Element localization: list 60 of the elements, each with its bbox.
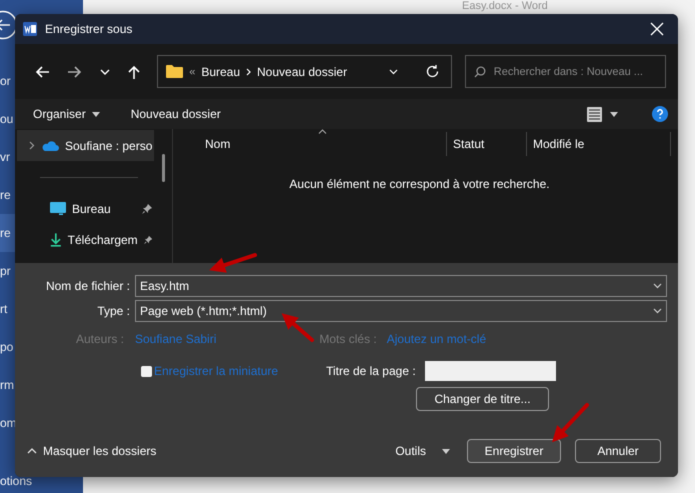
download-icon <box>50 232 62 248</box>
change-title-button[interactable]: Changer de titre... <box>416 387 549 411</box>
field-label: Auteurs : <box>74 332 125 346</box>
folder-icon <box>166 65 184 78</box>
caret-icon[interactable] <box>610 112 618 116</box>
type-dropdown[interactable]: Page web (*.htm;*.html) <box>135 300 667 322</box>
pin-icon[interactable] <box>144 234 152 244</box>
new-folder-button[interactable]: Nouveau dossier <box>130 105 221 123</box>
field-label: Type : <box>96 304 131 318</box>
hide-folders-button[interactable]: Masquer les dossiers <box>27 442 156 460</box>
arrow-up-icon <box>128 64 140 78</box>
field-label: Titre de la page : <box>326 364 416 378</box>
arrow-right-icon <box>68 66 82 78</box>
sort-icon <box>318 129 327 134</box>
nav-pane-item[interactable]: Téléchargem <box>17 224 154 255</box>
nav-pane-item[interactable]: Soufiane : perso <box>17 130 154 161</box>
organize-menu[interactable]: Organiser <box>33 105 100 123</box>
nav-pane-item[interactable]: Bureau <box>17 193 154 224</box>
tools-menu[interactable]: Outils <box>395 442 450 460</box>
expand-icon[interactable] <box>29 141 35 150</box>
help-icon[interactable] <box>652 106 668 122</box>
annotation-arrow <box>282 313 314 342</box>
column-header[interactable]: Modifié le <box>527 132 671 156</box>
dropdown-icon[interactable] <box>653 283 662 289</box>
path-segment[interactable]: Bureau <box>201 64 240 78</box>
thumbnail-checkbox[interactable] <box>141 366 152 376</box>
dialog-title: Enregistrer sous <box>45 22 134 36</box>
search-field[interactable]: Rechercher dans : Nouveau ... <box>464 55 666 88</box>
view-icon[interactable] <box>587 106 602 122</box>
scrollbar-thumb[interactable] <box>162 154 165 182</box>
address-bar[interactable]: « Bureau Nouveau dossier <box>157 55 452 88</box>
save-button[interactable]: Enregistrer <box>467 439 561 463</box>
arrow-left-icon <box>34 66 49 78</box>
annotation-arrow <box>209 253 257 273</box>
column-header[interactable]: Nom <box>173 132 447 156</box>
word-icon <box>23 22 37 36</box>
chevron-down-icon <box>100 68 110 74</box>
field-label: Mots clés : <box>319 332 377 346</box>
annotation-arrow <box>552 403 589 442</box>
filename-field[interactable]: Easy.htm <box>135 275 667 297</box>
search-input[interactable]: Rechercher dans : Nouveau ... <box>494 66 661 78</box>
cloud-icon <box>41 140 59 151</box>
page-title-field[interactable] <box>424 361 556 381</box>
desktop-icon <box>50 202 66 215</box>
field-label: Nom de fichier : <box>44 279 131 293</box>
empty-message: Aucun élément ne correspond à votre recherche. <box>288 177 551 191</box>
window-title: Easy.docx - Word <box>462 0 548 12</box>
chevron-icon <box>246 68 252 76</box>
path-overflow[interactable]: « <box>189 66 196 78</box>
close-icon[interactable] <box>650 22 664 36</box>
dropdown-icon[interactable] <box>653 308 662 314</box>
caret-icon <box>442 448 450 454</box>
cancel-button[interactable]: Annuler <box>575 439 661 463</box>
caret-icon <box>92 112 100 116</box>
path-segment[interactable]: Nouveau dossier <box>257 64 348 78</box>
search-icon <box>474 66 486 78</box>
refresh-icon[interactable] <box>426 65 439 78</box>
chevron-up-icon <box>27 448 37 454</box>
pin-icon[interactable] <box>142 204 152 214</box>
column-header[interactable]: Statut <box>447 132 527 156</box>
